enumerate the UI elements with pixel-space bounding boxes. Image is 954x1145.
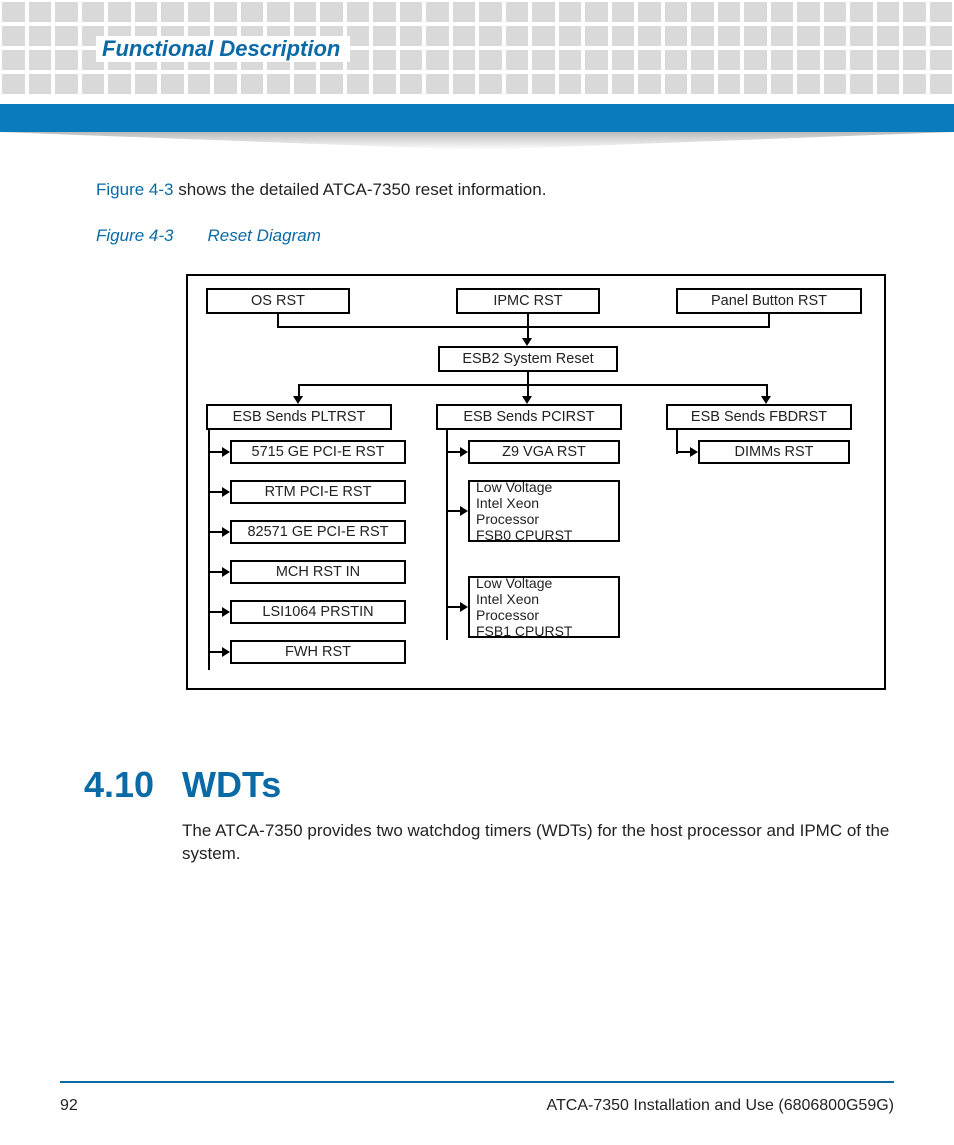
section-body: The ATCA-7350 provides two watchdog time… <box>182 820 894 866</box>
intro-text: shows the detailed ATCA-7350 reset infor… <box>173 180 546 199</box>
footer: 92 ATCA-7350 Installation and Use (68068… <box>60 1097 894 1115</box>
box-fsb1-cpurst: Low Voltage Intel Xeon Processor FSB1 CP… <box>468 576 620 638</box>
figure-reference-link[interactable]: Figure 4-3 <box>96 180 173 199</box>
box-esb2-reset: ESB2 System Reset <box>438 346 618 372</box>
header-blue-bar <box>0 104 954 132</box>
doc-id: ATCA-7350 Installation and Use (6806800G… <box>547 1097 894 1115</box>
box-fsb0-cpurst: Low Voltage Intel Xeon Processor FSB0 CP… <box>468 480 620 542</box>
box-esb-fbdrst: ESB Sends FBDRST <box>666 404 852 430</box>
box-panel-rst: Panel Button RST <box>676 288 862 314</box>
reset-diagram: OS RST IPMC RST Panel Button RST ESB2 Sy… <box>186 274 886 690</box>
figure-caption: Figure 4-3 Reset Diagram <box>96 226 894 246</box>
box-z9-vga: Z9 VGA RST <box>468 440 620 464</box>
box-5715-ge: 5715 GE PCI-E RST <box>230 440 406 464</box>
box-ipmc-rst: IPMC RST <box>456 288 600 314</box>
page-number: 92 <box>60 1097 78 1115</box>
box-fwh-rst: FWH RST <box>230 640 406 664</box>
box-82571-ge: 82571 GE PCI-E RST <box>230 520 406 544</box>
section-heading: 4.10WDTs <box>84 764 894 806</box>
box-rtm-pcie: RTM PCI-E RST <box>230 480 406 504</box>
intro-paragraph: Figure 4-3 shows the detailed ATCA-7350 … <box>96 180 894 200</box>
section-number: 4.10 <box>84 764 182 806</box>
box-dimms-rst: DIMMs RST <box>698 440 850 464</box>
box-mch-rst: MCH RST IN <box>230 560 406 584</box>
page-header-title: Functional Description <box>102 36 340 61</box>
box-lsi1064: LSI1064 PRSTIN <box>230 600 406 624</box>
footer-rule <box>60 1081 894 1083</box>
section-title: WDTs <box>182 764 281 805</box>
figure-label: Figure 4-3 <box>96 226 173 245</box>
box-esb-pltrst: ESB Sends PLTRST <box>206 404 392 430</box>
box-os-rst: OS RST <box>206 288 350 314</box>
figure-title: Reset Diagram <box>207 226 320 245</box>
box-esb-pcirst: ESB Sends PCIRST <box>436 404 622 430</box>
header-title-wrap: Functional Description <box>96 36 350 62</box>
header-shadow <box>0 132 954 150</box>
